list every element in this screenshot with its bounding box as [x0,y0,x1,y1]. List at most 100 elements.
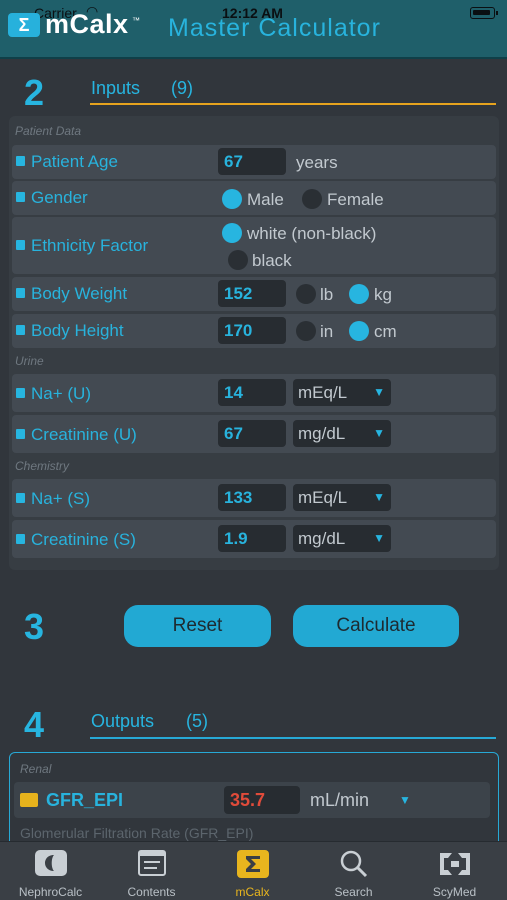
search-icon [340,850,367,878]
nephrocalc-icon [34,850,67,876]
na-urine-label[interactable]: Na+ (U) [16,384,91,404]
dropdown-arrow-icon: ▼ [373,490,385,504]
group-label-renal: Renal [20,762,52,776]
tab-search[interactable]: Search [303,842,404,900]
info-marker-icon [16,325,25,335]
dropdown-arrow-icon[interactable]: ▼ [399,793,411,807]
ethnicity-label[interactable]: Ethnicity Factor [16,236,148,256]
gender-female-radio[interactable] [302,189,322,209]
patient-age-unit: years [296,153,338,172]
tab-contents[interactable]: Contents [101,842,202,900]
gfr-unit-select[interactable]: mL/min [310,790,369,811]
body-weight-label[interactable]: Body Weight [16,284,127,304]
creatinine-urine-row: Creatinine (U) 67 mg/dL ▼ [12,415,496,453]
inputs-divider [90,103,496,105]
body-height-input[interactable]: 170 [218,317,286,344]
gender-male-label[interactable]: Male [247,190,284,210]
info-marker-icon [16,156,25,166]
body-height-label[interactable]: Body Height [16,321,124,341]
tab-label: Contents [127,885,176,899]
output-marker-icon [20,793,38,807]
height-cm-label[interactable]: cm [374,322,397,342]
patient-age-row: Patient Age 67 years [12,145,496,179]
tab-label: NephroCalc [18,885,83,899]
creatinine-serum-unit-select[interactable]: mg/dL ▼ [293,525,391,552]
inputs-title: Inputs [91,78,141,98]
section-number-actions: 3 [24,606,45,647]
dropdown-arrow-icon: ▼ [373,385,385,399]
info-marker-icon [16,288,25,298]
weight-kg-radio[interactable] [349,284,369,304]
creatinine-urine-input[interactable]: 67 [218,420,286,447]
tab-label: mCalx [235,885,270,899]
section-number-outputs: 4 [24,704,45,745]
ethnicity-black-radio[interactable] [228,250,248,270]
gfr-description: Glomerular Filtration Rate (GFR_EPI) [20,825,254,841]
gender-female-label[interactable]: Female [327,190,384,210]
app-header: Carrier ◠ 12:12 AM Σ mCalx ™ Master Calc… [0,0,507,59]
info-marker-icon [16,493,25,503]
info-marker-icon [16,192,25,202]
info-marker-icon [16,534,25,544]
gender-row: Gender Male Female [12,181,496,215]
patient-age-input[interactable]: 67 [218,148,286,175]
gfr-label[interactable]: GFR_EPI [46,790,123,811]
gender-label[interactable]: Gender [16,188,88,208]
reset-button[interactable]: Reset [124,605,271,647]
gfr-value: 35.7 [224,786,300,814]
body-weight-row: Body Weight 152 lb kg [12,277,496,311]
group-label-chemistry: Chemistry [15,459,70,473]
height-cm-radio[interactable] [349,321,369,341]
logo-text: mCalx [45,9,129,39]
creatinine-serum-label[interactable]: Creatinine (S) [16,530,136,550]
tab-nephrocalc[interactable]: NephroCalc [0,842,101,900]
outputs-count: (5) [186,711,208,731]
ethnicity-row: Ethnicity Factor white (non-black) black [12,217,496,274]
group-label-urine: Urine [15,354,44,368]
patient-age-label[interactable]: Patient Age [16,152,118,172]
na-urine-row: Na+ (U) 14 mEq/L ▼ [12,374,496,412]
weight-lb-radio[interactable] [296,284,316,304]
ethnicity-white-radio[interactable] [222,223,242,243]
tab-scymed[interactable]: ScyMed [404,842,505,900]
weight-lb-label[interactable]: lb [320,285,333,305]
tab-mcalx[interactable]: mCalx [202,842,303,900]
contents-icon [137,850,166,876]
info-marker-icon [16,388,25,398]
outputs-title: Outputs [91,711,155,731]
gender-male-radio[interactable] [222,189,242,209]
na-serum-input[interactable]: 133 [218,484,286,511]
na-urine-input[interactable]: 14 [218,379,286,406]
na-urine-unit-select[interactable]: mEq/L ▼ [293,379,391,406]
gfr-row: GFR_EPI 35.7 mL/min ▼ [14,782,490,818]
creatinine-urine-unit-select[interactable]: mg/dL ▼ [293,420,391,447]
trademark: ™ [132,16,140,25]
na-serum-unit-select[interactable]: mEq/L ▼ [293,484,391,511]
info-marker-icon [16,429,25,439]
sigma-icon [236,850,269,878]
group-label-patient: Patient Data [15,124,82,138]
na-serum-row: Na+ (S) 133 mEq/L ▼ [12,479,496,517]
tab-bar: NephroCalc Contents mCalx Search ScyMed [0,841,507,900]
outputs-divider [90,737,496,739]
page-title: Master Calculator [168,14,381,42]
section-number-inputs: 2 [24,72,45,113]
dropdown-arrow-icon: ▼ [373,426,385,440]
creatinine-serum-input[interactable]: 1.9 [218,525,286,552]
ethnicity-black-label[interactable]: black [252,251,292,271]
tab-label: ScyMed [432,885,477,899]
dropdown-arrow-icon: ▼ [373,531,385,545]
body-height-row: Body Height 170 in cm [12,314,496,348]
calculate-button[interactable]: Calculate [293,605,459,647]
sigma-logo-icon: Σ [8,13,40,37]
height-in-radio[interactable] [296,321,316,341]
weight-kg-label[interactable]: kg [374,285,392,305]
inputs-count: (9) [171,78,193,98]
info-marker-icon [16,240,25,250]
na-serum-label[interactable]: Na+ (S) [16,489,90,509]
height-in-label[interactable]: in [320,322,333,342]
body-weight-input[interactable]: 152 [218,280,286,307]
ethnicity-white-label[interactable]: white (non-black) [247,224,376,244]
creatinine-serum-row: Creatinine (S) 1.9 mg/dL ▼ [12,520,496,558]
creatinine-urine-label[interactable]: Creatinine (U) [16,425,137,445]
